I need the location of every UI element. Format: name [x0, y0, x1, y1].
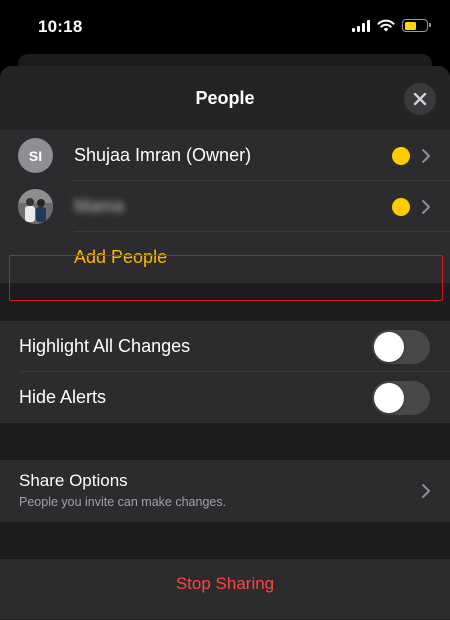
sheet-header: People [0, 66, 450, 130]
battery-icon [402, 19, 431, 32]
add-people-row[interactable]: Add People [0, 232, 450, 283]
sheet-title: People [195, 88, 255, 108]
cellular-signal-icon [352, 19, 370, 32]
status-bar: 10:18 [0, 0, 450, 56]
toggle-group: Highlight All Changes Hide Alerts [0, 321, 450, 423]
share-options-subtitle: People you invite can make changes. [19, 495, 227, 509]
share-options-row[interactable]: Share Options People you invite can make… [0, 460, 450, 522]
hide-alerts-row: Hide Alerts [0, 372, 450, 423]
highlight-changes-row: Highlight All Changes [0, 321, 450, 372]
avatar-photo [18, 189, 53, 224]
hide-alerts-toggle[interactable] [372, 380, 430, 415]
toggle-knob [374, 331, 404, 362]
chevron-right-icon [422, 484, 430, 498]
share-options-title: Share Options [19, 471, 128, 490]
status-dot [392, 146, 410, 165]
people-sheet: People SI Shujaa Imran (Owner) Mama Add … [0, 66, 450, 620]
add-people-button[interactable]: Add People [74, 247, 167, 268]
avatar-initials: SI [28, 147, 43, 164]
person-row-owner[interactable]: SI Shujaa Imran (Owner) [0, 130, 450, 181]
wifi-icon [377, 19, 395, 32]
close-button[interactable] [404, 83, 436, 115]
status-time: 10:18 [38, 17, 83, 36]
people-photo-icon [18, 189, 53, 224]
close-icon [413, 92, 427, 106]
person-name: Mama [74, 196, 125, 216]
stop-sharing-row[interactable]: Stop Sharing [0, 559, 450, 619]
stop-sharing-button[interactable]: Stop Sharing [0, 574, 450, 594]
avatar: SI [18, 138, 53, 173]
toggle-label: Hide Alerts [19, 387, 107, 407]
status-dot [392, 197, 410, 216]
person-name: Shujaa Imran (Owner) [74, 145, 252, 165]
person-row-member[interactable]: Mama [0, 181, 450, 232]
toggle-knob [374, 382, 404, 413]
toggle-label: Highlight All Changes [19, 336, 191, 356]
chevron-right-icon [422, 148, 430, 163]
highlight-changes-toggle[interactable] [372, 329, 430, 364]
chevron-right-icon [422, 199, 430, 214]
people-list: SI Shujaa Imran (Owner) Mama Add People [0, 130, 450, 283]
status-icons [352, 19, 431, 32]
